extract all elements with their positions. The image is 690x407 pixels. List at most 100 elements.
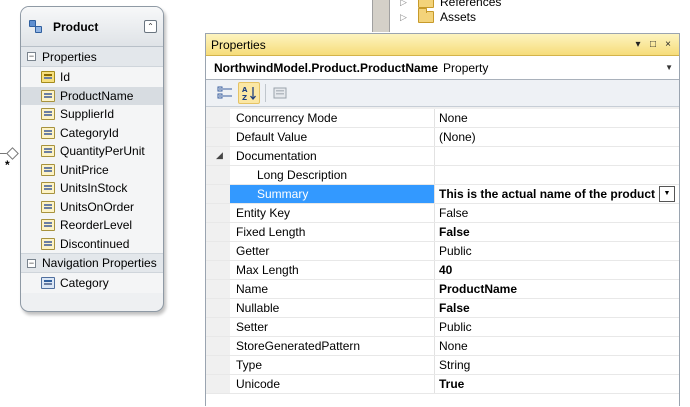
property-value[interactable]: False <box>435 223 679 241</box>
property-pages-icon[interactable] <box>269 82 291 104</box>
collapse-minus-icon[interactable]: − <box>27 52 36 61</box>
property-name[interactable]: Name <box>230 280 435 298</box>
property-grid-row[interactable]: StoreGeneratedPattern None <box>206 337 679 356</box>
property-grid-row[interactable]: Summary This is the actual name of the pr… <box>206 185 679 204</box>
property-grid-row[interactable]: Max Length 40 <box>206 261 679 280</box>
entity-property-row[interactable]: UnitsInStock <box>21 179 163 198</box>
row-gutter <box>206 185 230 203</box>
property-value[interactable]: False <box>435 204 679 222</box>
entity-property-row[interactable]: UnitPrice <box>21 161 163 180</box>
entity-property-row[interactable]: CategoryId <box>21 124 163 143</box>
tree-item-label: Assets <box>440 10 477 24</box>
property-value[interactable]: None <box>435 109 679 127</box>
entity-header[interactable]: Product ⌃ <box>21 7 163 47</box>
property-name[interactable]: Type <box>230 356 435 374</box>
property-grid-row[interactable]: Concurrency Mode None <box>206 109 679 128</box>
property-value[interactable] <box>435 166 679 184</box>
navigation-section-header[interactable]: − Navigation Properties <box>21 253 163 273</box>
entity-property-row[interactable]: Id <box>21 68 163 87</box>
entity-property-row[interactable]: ReorderLevel <box>21 216 163 235</box>
entity-property-label: UnitsOnOrder <box>60 199 135 214</box>
scalar-property-icon <box>41 219 55 232</box>
property-name[interactable]: Concurrency Mode <box>230 109 435 127</box>
entity-property-row[interactable]: SupplierId <box>21 105 163 124</box>
solution-explorer-tree: ▷ References ▷ Assets <box>400 0 690 34</box>
row-gutter <box>206 318 230 336</box>
property-grid-row[interactable]: Fixed Length False <box>206 223 679 242</box>
alphabetical-icon[interactable]: A Z <box>238 82 260 104</box>
entity-property-label: Discontinued <box>60 236 130 251</box>
row-gutter <box>206 204 230 222</box>
tree-item-assets[interactable]: ▷ Assets <box>400 8 476 26</box>
property-value[interactable]: (None) <box>435 128 679 146</box>
row-gutter <box>206 280 230 298</box>
property-grid-row[interactable]: Default Value (None) <box>206 128 679 147</box>
entity-property-row[interactable]: Discontinued <box>21 235 163 254</box>
maximize-icon[interactable]: □ <box>646 39 660 50</box>
navigation-property-label: Category <box>60 276 109 291</box>
expand-arrow-icon[interactable]: ▷ <box>400 0 410 8</box>
property-grid-row[interactable]: Setter Public <box>206 318 679 337</box>
property-value[interactable]: None <box>435 337 679 355</box>
row-gutter <box>206 128 230 146</box>
row-gutter <box>206 375 230 393</box>
property-value[interactable]: 40 <box>435 261 679 279</box>
collapse-chevron-icon[interactable]: ⌃ <box>144 20 157 33</box>
entity-property-label: UnitPrice <box>60 162 109 177</box>
property-grid-row[interactable]: Unicode True <box>206 375 679 394</box>
properties-toolbar: A Z <box>206 80 679 107</box>
scalar-property-icon <box>41 108 55 121</box>
row-gutter[interactable]: ◢ <box>206 147 230 165</box>
property-grid-row[interactable]: Entity Key False <box>206 204 679 223</box>
scalar-property-icon <box>41 145 55 158</box>
property-name[interactable]: StoreGeneratedPattern <box>230 337 435 355</box>
entity-property-row[interactable]: UnitsOnOrder <box>21 198 163 217</box>
properties-section-header[interactable]: − Properties <box>21 47 163 67</box>
property-name[interactable]: Long Description <box>230 166 435 184</box>
property-grid-row[interactable]: Name ProductName <box>206 280 679 299</box>
dropdown-arrow-icon[interactable]: ▼ <box>665 63 673 72</box>
entity-type-icon <box>29 19 43 34</box>
property-grid-row[interactable]: Getter Public <box>206 242 679 261</box>
property-grid-row[interactable]: Long Description <box>206 166 679 185</box>
value-dropdown-icon[interactable]: ▼ <box>659 186 675 202</box>
row-gutter <box>206 242 230 260</box>
entity-property-row[interactable]: ProductName <box>21 86 163 105</box>
property-grid-row[interactable]: Type String <box>206 356 679 375</box>
properties-titlebar[interactable]: Properties ▾ □ × <box>206 34 679 56</box>
property-name[interactable]: Max Length <box>230 261 435 279</box>
categorized-icon[interactable] <box>214 82 236 104</box>
property-value[interactable]: False <box>435 299 679 317</box>
entity-property-row[interactable]: QuantityPerUnit <box>21 142 163 161</box>
property-name[interactable]: Nullable <box>230 299 435 317</box>
entity-shape-product[interactable]: Product ⌃ − Properties Id ProductName Supp… <box>20 6 164 312</box>
property-grid-row[interactable]: Nullable False <box>206 299 679 318</box>
property-value[interactable] <box>435 147 679 165</box>
property-name[interactable]: Default Value <box>230 128 435 146</box>
row-gutter <box>206 299 230 317</box>
property-name[interactable]: Entity Key <box>230 204 435 222</box>
property-name[interactable]: Setter <box>230 318 435 336</box>
property-name[interactable]: Unicode <box>230 375 435 393</box>
window-position-dropdown-icon[interactable]: ▾ <box>631 39 645 50</box>
expand-triangle-icon[interactable]: ◢ <box>216 150 223 161</box>
expand-arrow-icon[interactable]: ▷ <box>400 12 410 23</box>
splitter-bar[interactable] <box>372 0 390 32</box>
property-name[interactable]: Documentation <box>230 147 435 165</box>
property-value[interactable]: This is the actual name of the product <box>435 185 679 203</box>
property-value[interactable]: ProductName <box>435 280 679 298</box>
entity-property-label: UnitsInStock <box>60 181 128 196</box>
navigation-property-row[interactable]: Category <box>21 274 163 293</box>
property-grid-row[interactable]: ◢ Documentation <box>206 147 679 166</box>
property-value[interactable]: Public <box>435 242 679 260</box>
property-name[interactable]: Fixed Length <box>230 223 435 241</box>
property-name[interactable]: Getter <box>230 242 435 260</box>
property-value[interactable]: String <box>435 356 679 374</box>
property-value[interactable]: Public <box>435 318 679 336</box>
property-value[interactable]: True <box>435 375 679 393</box>
close-icon[interactable]: × <box>661 39 675 50</box>
property-name[interactable]: Summary <box>230 185 435 203</box>
collapse-minus-icon[interactable]: − <box>27 258 36 268</box>
object-selector-dropdown[interactable]: NorthwindModel.Product.ProductName Prope… <box>206 56 679 80</box>
scalar-property-icon <box>41 163 55 176</box>
